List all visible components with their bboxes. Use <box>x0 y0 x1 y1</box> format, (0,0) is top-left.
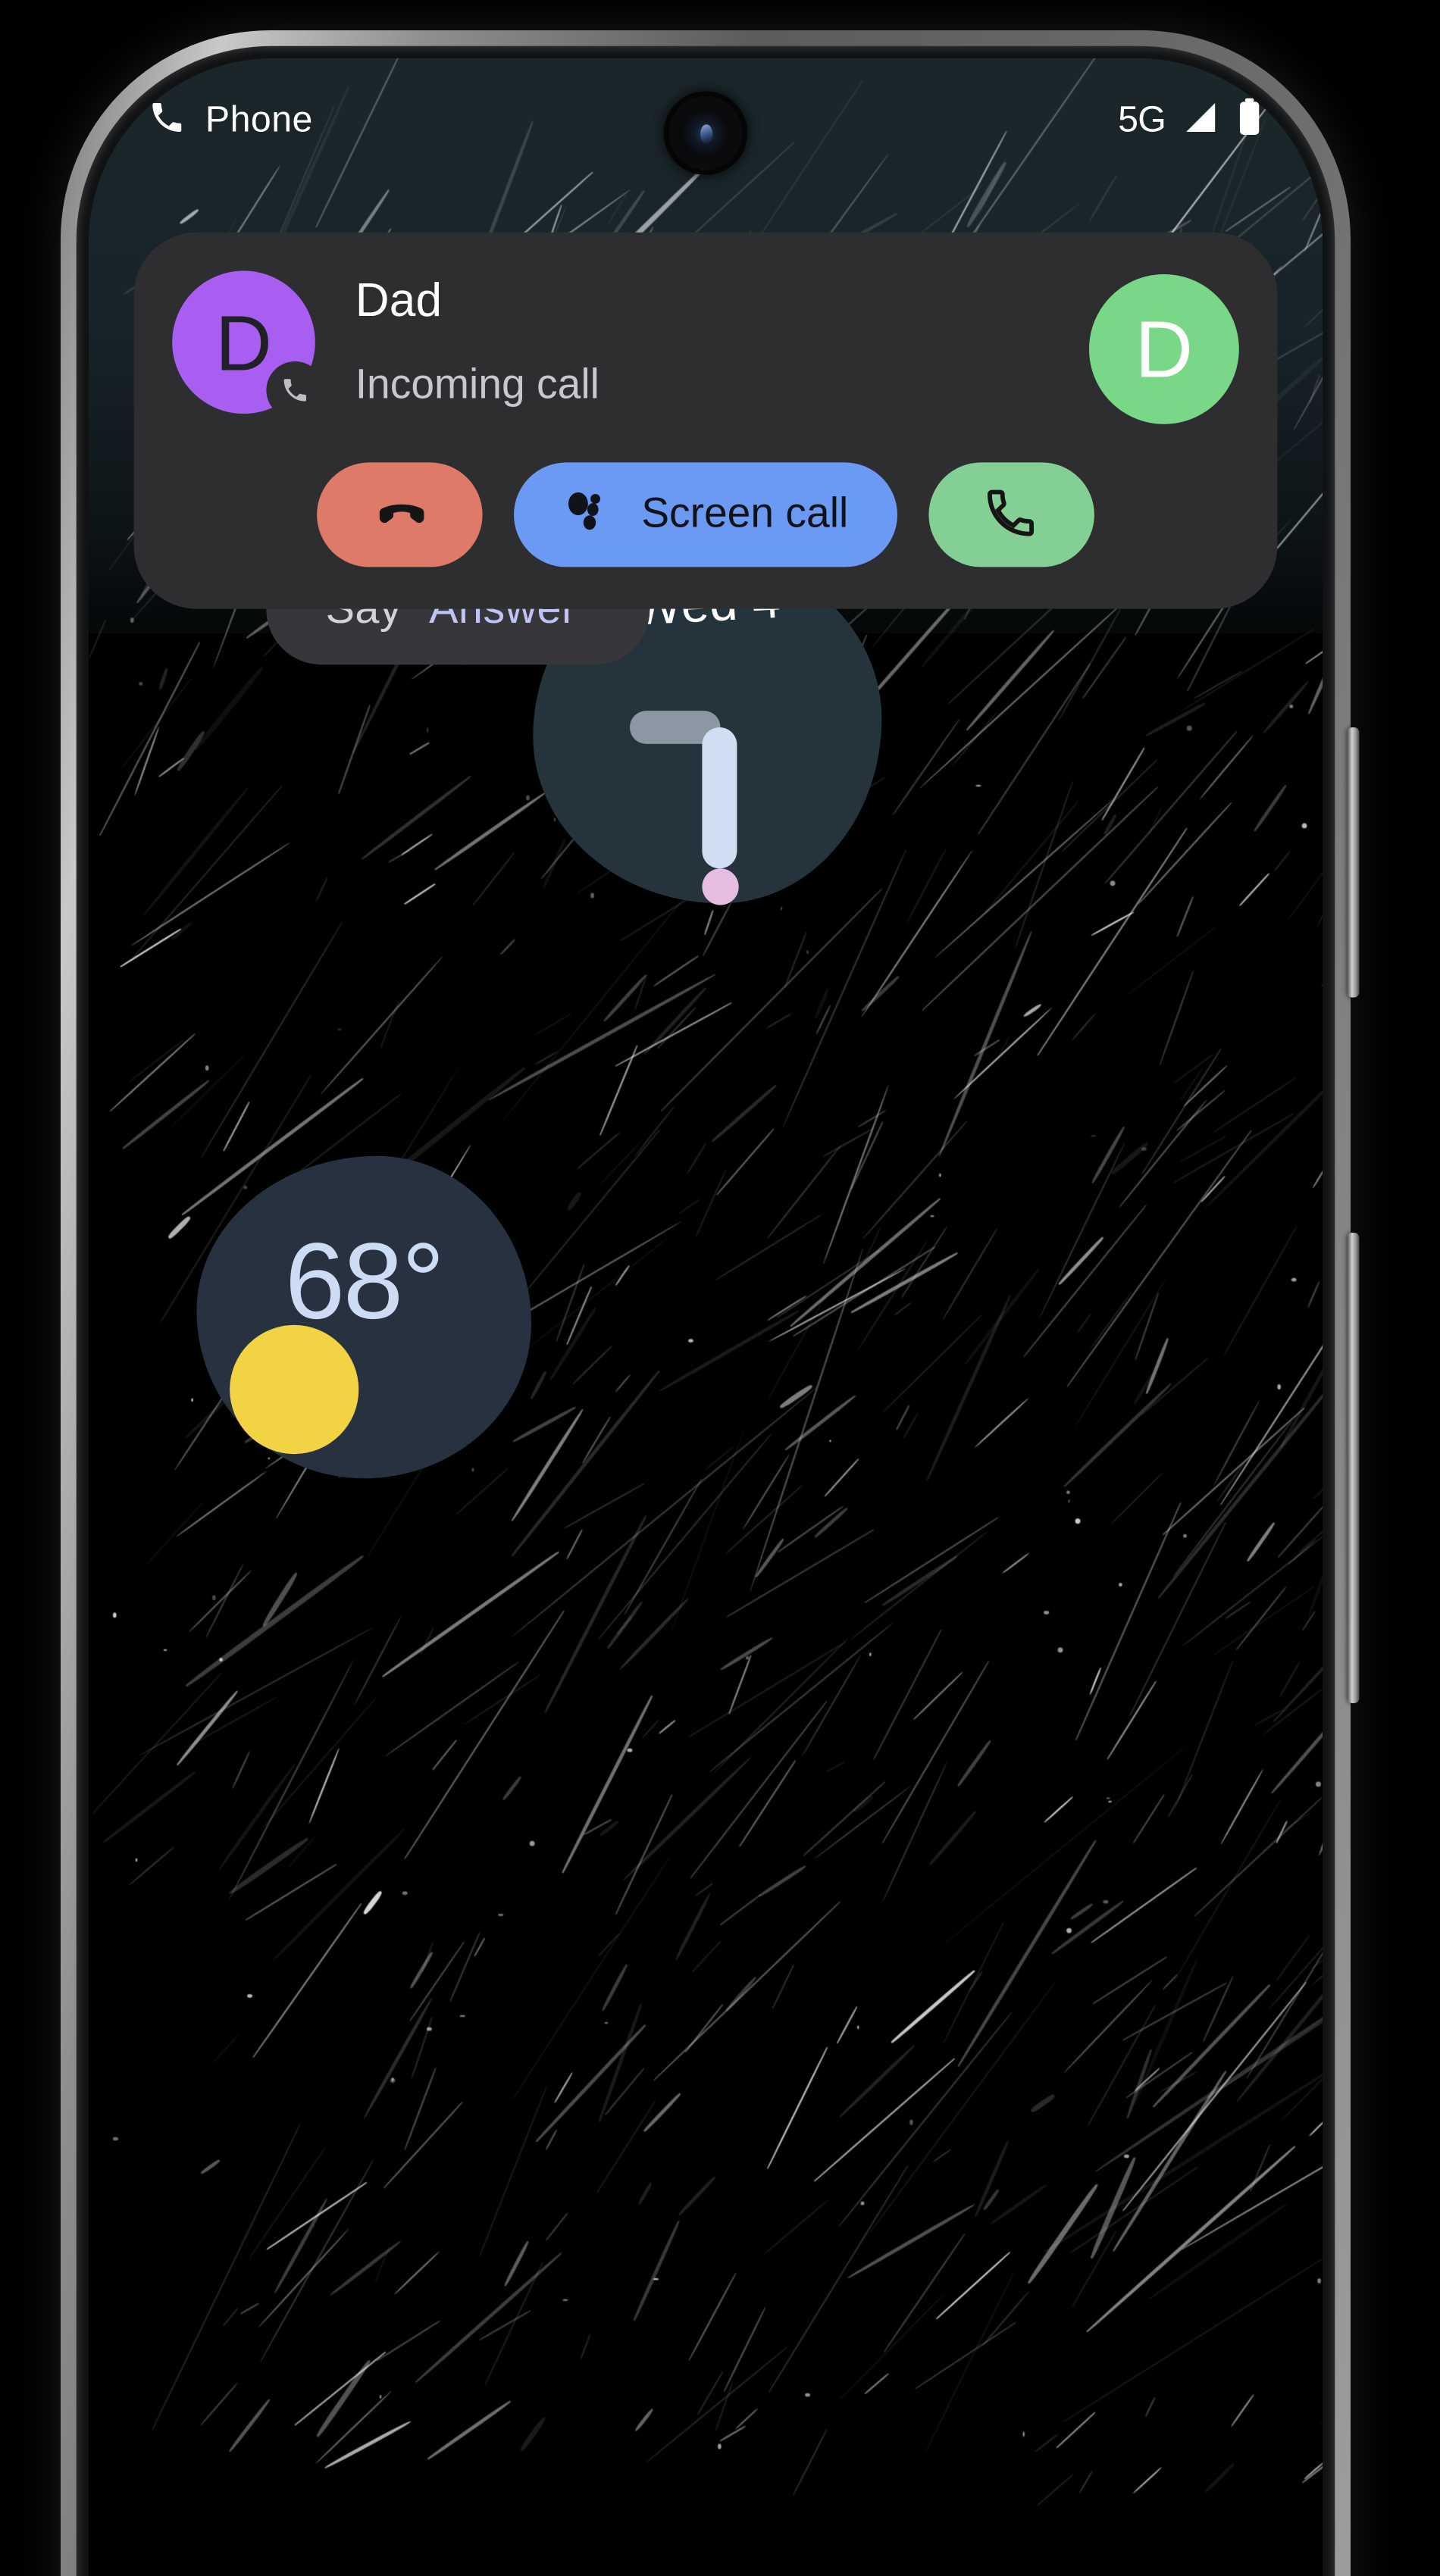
notification-header: D Dad Incoming call D <box>172 270 1239 424</box>
battery-full-icon <box>1235 95 1263 146</box>
notification-text: Dad Incoming call <box>315 270 1089 410</box>
contact-name: Dad <box>355 274 443 327</box>
power-button[interactable] <box>1347 727 1360 998</box>
phone-icon <box>984 484 1040 546</box>
front-camera-punch-hole <box>668 96 743 170</box>
notification-actions: Screen call <box>172 462 1239 567</box>
answer-call-button[interactable] <box>928 462 1094 567</box>
network-type-label: 5G <box>1118 100 1166 140</box>
status-bar-left: Phone <box>148 98 313 145</box>
temperature-value: 68° <box>284 1222 445 1343</box>
incoming-call-notification[interactable]: D Dad Incoming call D Screen call <box>133 232 1278 609</box>
avatar-phone-badge <box>266 361 324 419</box>
signal-bars-icon <box>1182 98 1220 145</box>
decline-call-button[interactable] <box>317 462 483 567</box>
call-end-icon <box>371 483 430 547</box>
status-bar-right: 5G <box>1118 95 1263 146</box>
phone-icon <box>148 98 186 145</box>
clock-minute-hand <box>702 727 737 869</box>
sun-icon <box>230 1324 359 1455</box>
screenshot-canvas: Phone 5G D Dad Incoming call D Screen ca… <box>0 0 1440 2576</box>
screen-call-button[interactable]: Screen call <box>514 462 897 567</box>
contact-chip[interactable]: D <box>1089 274 1239 424</box>
phone-screen: Phone 5G D Dad Incoming call D Screen ca… <box>88 58 1323 2576</box>
avatar: D <box>172 270 324 419</box>
call-status-text: Incoming call <box>355 361 599 409</box>
google-assistant-icon <box>563 483 615 547</box>
phone-frame: Phone 5G D Dad Incoming call D Screen ca… <box>61 30 1360 2576</box>
clock-center-dot <box>702 868 739 905</box>
weather-widget[interactable]: 68° <box>196 1155 531 1479</box>
phone-bezel: Phone 5G D Dad Incoming call D Screen ca… <box>76 45 1335 2576</box>
screen-call-label: Screen call <box>641 490 849 538</box>
status-bar-app-label: Phone <box>205 100 313 140</box>
volume-rocker[interactable] <box>1347 1233 1360 1703</box>
